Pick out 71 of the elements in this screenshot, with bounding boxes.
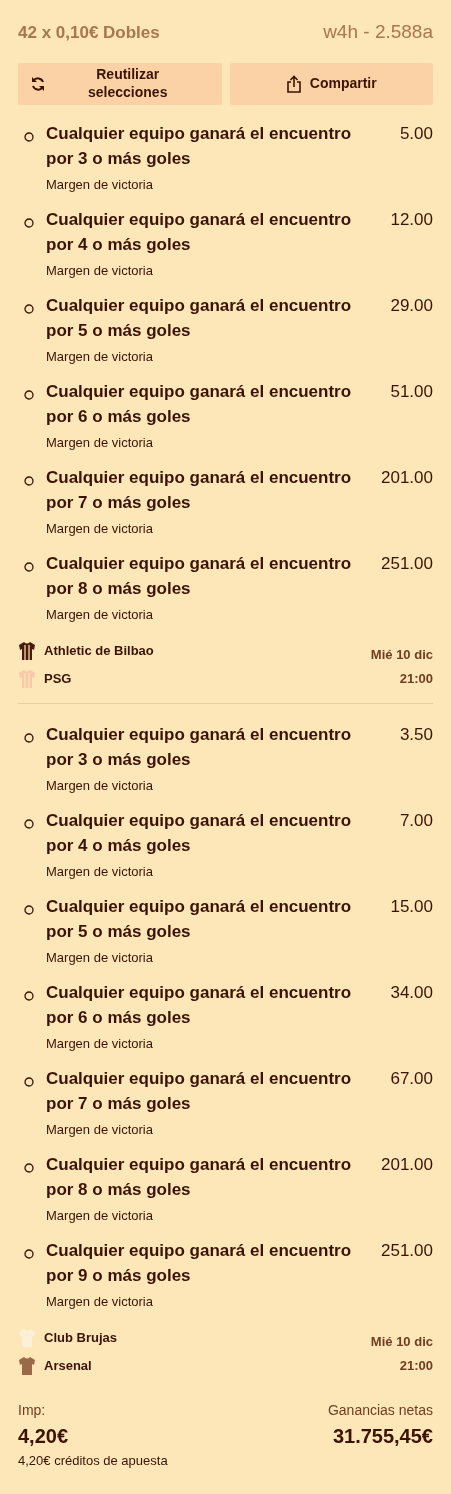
odds: 3.50	[399, 724, 433, 744]
selection-title: Cualquier equipo ganará el encuentro por 6 o más goles	[46, 380, 353, 428]
market-name: Margen de victoria	[46, 948, 154, 967]
event-date: Mié 10 dic	[370, 1332, 433, 1351]
market-name: Margen de victoria	[46, 776, 154, 795]
event-time: 21:00	[399, 1357, 433, 1375]
event-date: Mié 10 dic	[370, 645, 433, 664]
selection-title: Cualquier equipo ganará el encuentro por 3 o más goles	[46, 122, 353, 170]
selection-title: Cualquier equipo ganará el encuentro por 5 o más goles	[46, 895, 353, 943]
team-name: Athletic de Bilbao	[44, 641, 154, 660]
selection-title: Cualquier equipo ganará el encuentro por 4 o más goles	[46, 208, 353, 256]
bonus-credits: 4,20€ créditos de apuesta	[18, 1451, 168, 1470]
radio-icon	[24, 733, 34, 744]
odds: 251.00	[381, 1240, 433, 1260]
team-name: Arsenal	[44, 1356, 92, 1375]
stake-amount: 4,20€	[18, 1423, 70, 1449]
share-button[interactable]: Compartir	[229, 62, 433, 105]
refresh-icon	[30, 75, 46, 92]
winnings-label: Ganancias netas	[327, 1400, 433, 1420]
odds: 7.00	[399, 810, 433, 830]
slip-title: 42 x 0,10€ Dobles	[18, 21, 160, 44]
slip-reference: w4h - 2.588a	[323, 20, 433, 44]
market-name: Margen de victoria	[46, 175, 154, 194]
reuse-button[interactable]: Reutilizar selecciones	[18, 62, 222, 105]
odds: 34.00	[390, 982, 433, 1002]
radio-icon	[24, 390, 34, 401]
market-name: Margen de victoria	[46, 1292, 154, 1311]
odds: 67.00	[390, 1068, 433, 1088]
market-name: Margen de victoria	[46, 1206, 154, 1225]
selection-title: Cualquier equipo ganará el encuentro por 7 o más goles	[46, 1067, 353, 1115]
odds: 15.00	[390, 896, 433, 916]
market-name: Margen de victoria	[46, 519, 154, 538]
team-name: Club Brujas	[44, 1328, 117, 1347]
market-name: Margen de victoria	[46, 1120, 154, 1139]
market-name: Margen de victoria	[46, 433, 154, 452]
radio-icon	[24, 132, 34, 143]
radio-icon	[24, 905, 34, 916]
market-name: Margen de victoria	[46, 261, 154, 280]
radio-icon	[24, 476, 34, 487]
event-time: 21:00	[399, 670, 433, 688]
selection-title: Cualquier equipo ganará el encuentro por 4 o más goles	[46, 809, 353, 857]
selection-title: Cualquier equipo ganará el encuentro por 6 o más goles	[46, 981, 353, 1029]
team-name: PSG	[44, 669, 72, 688]
market-name: Margen de victoria	[46, 347, 154, 366]
market-name: Margen de victoria	[46, 1034, 154, 1053]
selection-title: Cualquier equipo ganará el encuentro por 8 o más goles	[46, 1153, 353, 1201]
odds: 251.00	[381, 553, 433, 573]
radio-icon	[24, 819, 34, 830]
radio-icon	[24, 1077, 34, 1088]
odds: 51.00	[390, 381, 433, 401]
selection-title: Cualquier equipo ganará el encuentro por 5 o más goles	[46, 294, 353, 342]
odds: 12.00	[390, 209, 433, 229]
selection-title: Cualquier equipo ganará el encuentro por 9 o más goles	[46, 1239, 353, 1287]
selection-title: Cualquier equipo ganará el encuentro por 7 o más goles	[46, 466, 353, 514]
selection-title: Cualquier equipo ganará el encuentro por 8 o más goles	[46, 552, 353, 600]
radio-icon	[24, 1163, 34, 1174]
odds: 29.00	[390, 295, 433, 315]
share-icon	[285, 74, 302, 93]
radio-icon	[24, 1249, 34, 1260]
radio-icon	[24, 218, 34, 229]
market-name: Margen de victoria	[46, 605, 154, 624]
radio-icon	[24, 991, 34, 1002]
radio-icon	[24, 562, 34, 573]
odds: 201.00	[381, 467, 433, 487]
selection-title: Cualquier equipo ganará el encuentro por 3 o más goles	[46, 723, 353, 771]
odds: 201.00	[381, 1154, 433, 1174]
odds: 5.00	[399, 123, 433, 143]
winnings-amount: 31.755,45€	[331, 1423, 433, 1449]
stake-label: Imp:	[18, 1400, 47, 1420]
market-name: Margen de victoria	[46, 862, 154, 881]
radio-icon	[24, 304, 34, 315]
